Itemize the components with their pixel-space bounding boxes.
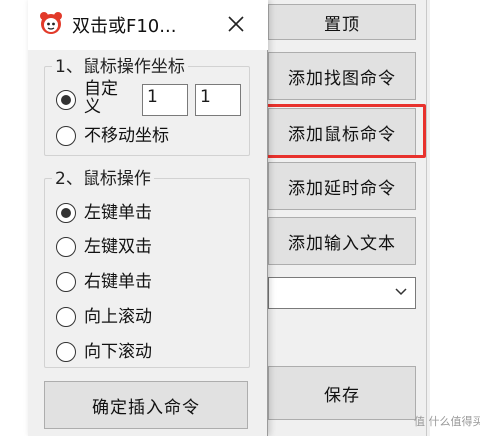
y-coordinate-input[interactable]: 1 [195,84,241,116]
x-coordinate-input[interactable]: 1 [142,84,188,116]
command-combo[interactable] [268,277,416,309]
scroll-down-radio[interactable] [56,342,76,362]
custom-label-line1: 自定 [84,79,118,99]
scroll-up-label: 向上滚动 [84,307,152,327]
left-double-click-radio[interactable] [56,237,76,257]
custom-label-line2: 义 [84,97,101,117]
app-icon [40,12,62,34]
right-click-label: 右键单击 [84,272,152,292]
add-input-text-button[interactable]: 添加输入文本 [268,217,416,265]
scroll-down-label: 向下滚动 [84,342,152,362]
pin-top-button[interactable]: 置顶 [268,4,416,40]
mouse-action-group-title: 2、鼠标操作 [52,169,154,189]
add-delay-command-button[interactable]: 添加延时命令 [268,162,416,210]
window-edge [426,0,427,436]
main-window: 置顶 添加找图命令 添加鼠标命令 添加延时命令 添加输入文本 保存 [266,0,430,436]
mouse-command-dialog: 双击或F10... 1、鼠标操作坐标 自定 义 1 1 不移动坐标 2、鼠标操作… [28,0,268,436]
dialog-title: 双击或F10... [72,16,177,37]
watermark: 值 什么值得买 [414,415,480,428]
left-click-radio[interactable] [56,203,76,223]
left-double-click-label: 左键双击 [84,237,152,257]
add-find-image-button[interactable]: 添加找图命令 [268,52,416,100]
coordinate-group-title: 1、鼠标操作坐标 [52,57,188,77]
no-move-label: 不移动坐标 [84,126,169,146]
scroll-up-radio[interactable] [56,307,76,327]
highlight-annotation [264,104,426,158]
save-button[interactable]: 保存 [268,366,416,420]
confirm-insert-button[interactable]: 确定插入命令 [44,381,248,429]
chevron-down-icon [395,288,407,296]
no-move-radio[interactable] [56,126,76,146]
close-icon[interactable] [224,12,248,36]
custom-coordinate-radio[interactable] [56,90,76,110]
right-click-radio[interactable] [56,272,76,292]
custom-coordinate-label: 自定 义 [84,80,118,116]
left-click-label: 左键单击 [84,203,152,223]
